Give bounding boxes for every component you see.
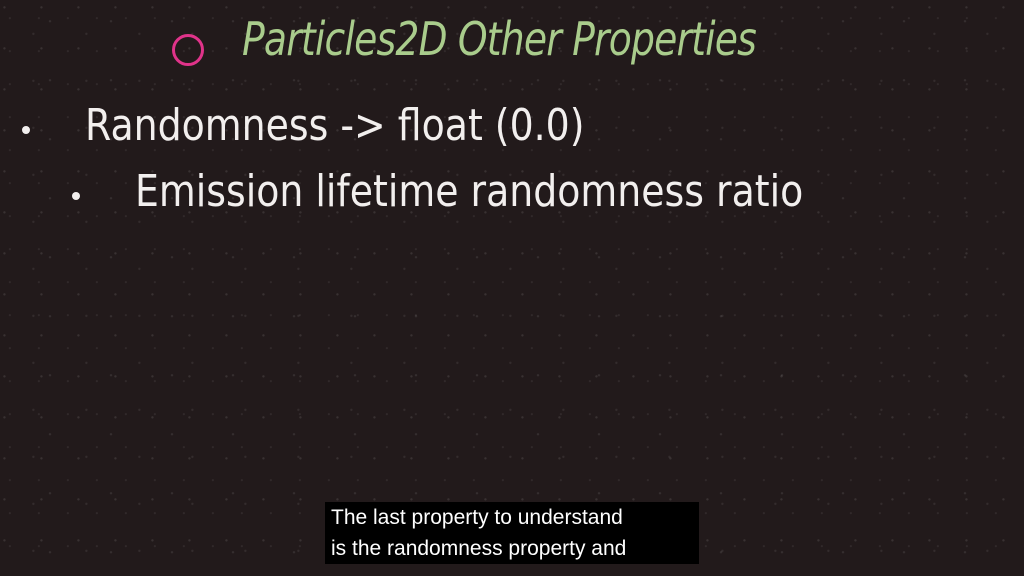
caption-line-2: is the randomness property and: [331, 537, 627, 560]
sub-bullet-emission-lifetime: Emission lifetime randomness ratio: [135, 166, 804, 217]
slide: Particles2D Other Properties Randomness …: [0, 0, 1024, 576]
circle-outline-icon: [172, 34, 204, 66]
bullet-randomness: Randomness -> float (0.0): [85, 100, 585, 151]
slide-title: Particles2D Other Properties: [242, 12, 757, 66]
bullet-dot-icon: [72, 192, 80, 200]
subtitle-caption: The last property to understand is the r…: [325, 502, 699, 564]
bullet-dot-icon: [22, 126, 30, 134]
caption-line-1: The last property to understand: [331, 506, 623, 529]
